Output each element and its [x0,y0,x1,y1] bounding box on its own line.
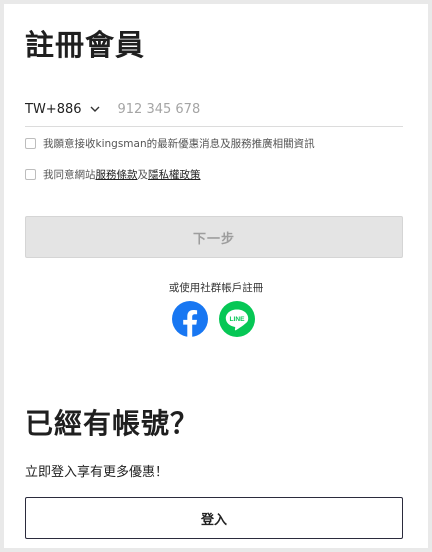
line-icon-text: LINE [229,316,245,323]
login-button[interactable]: 登入 [25,497,403,539]
marketing-consent-checkbox[interactable] [25,138,36,149]
chevron-down-icon [90,106,100,112]
marketing-consent-label: 我願意接收kingsman的最新優惠消息及服務推廣相關資訊 [43,138,315,150]
terms-consent-prefix: 我同意網站 [43,169,96,181]
marketing-consent-row: 我願意接收kingsman的最新優惠消息及服務推廣相關資訊 [25,136,315,151]
privacy-policy-link[interactable]: 隱私權政策 [148,167,201,182]
terms-consent-checkbox[interactable] [25,169,36,180]
terms-of-service-link[interactable]: 服務條款 [96,167,138,182]
country-code-value: TW+886 [25,101,82,117]
terms-consent-joiner: 及 [137,169,149,181]
next-step-button[interactable]: 下一步 [25,216,403,258]
page-title: 註冊會員 [25,28,146,62]
register-panel: 註冊會員 TW+886 我願意接收kingsman的最新優惠消息及服務推廣相關資… [4,4,428,548]
login-heading: 已經有帳號？ [25,407,200,440]
line-icon[interactable]: LINE [219,301,255,337]
social-signup-label: 或使用社群帳戶註冊 [168,282,264,294]
login-subtitle: 立即登入享有更多優惠！ [25,465,169,480]
phone-number-input[interactable] [117,101,358,117]
facebook-icon[interactable] [172,301,208,337]
country-code-select[interactable]: TW+886 [25,102,100,117]
phone-field-row: TW+886 [25,92,403,127]
terms-consent-row: 我同意網站 服務條款 及 隱私權政策 [25,167,201,182]
